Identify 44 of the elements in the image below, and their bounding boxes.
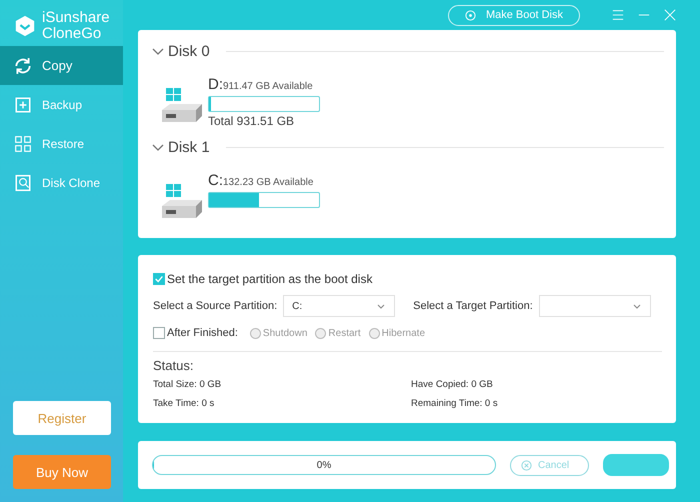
close-icon[interactable] [664,9,676,21]
target-partition-label: Select a Target Partition: [413,300,533,312]
register-button[interactable]: Register [13,401,111,435]
sync-icon [14,56,32,74]
backup-icon [14,96,32,114]
sidebar-item[interactable]: Restore [0,124,123,163]
available-space: 911.47 GB Available [223,81,313,92]
source-partition-label: Select a Source Partition: [153,300,278,312]
make-boot-disk-button[interactable]: Make Boot Disk [448,4,580,26]
drive-letter: C: [208,172,223,189]
radio-option[interactable]: Shutdown [250,328,308,338]
disk-title: Disk 1 [168,138,210,156]
grid-icon [14,134,32,152]
disk-title: Disk 0 [168,42,210,60]
total-size: Total 931.51 GB [208,114,296,128]
drive-letter: D: [208,76,223,93]
disk-search-icon [14,174,32,192]
menu-icon[interactable] [612,9,624,21]
start-button[interactable] [603,454,669,476]
target-partition-dropdown[interactable] [538,295,651,317]
radio-option[interactable]: Hibernate [368,328,425,338]
checkbox[interactable] [153,327,165,339]
checkbox-label: After Finished: [167,327,238,339]
source-partition-dropdown[interactable]: C: [283,295,396,317]
logo-icon [14,14,36,38]
app-name: iSunshare [42,10,110,26]
app-name: CloneGo [42,26,102,42]
sidebar-item[interactable]: Copy [0,46,123,85]
cancel-button[interactable]: Cancel [510,454,589,476]
status-text: Have Copied: 0 GB [411,379,494,390]
disc-icon [464,10,476,20]
status-text: Total Size: 0 GB [153,379,222,390]
checkbox[interactable] [153,273,165,285]
close-icon [521,460,532,470]
progress-text: 0% [316,460,332,470]
sidebar-item[interactable]: Disk Clone [0,163,123,202]
status-text: Remaining Time: 0 s [411,398,499,409]
checkbox-label: Set the target partition as the boot disk [167,272,372,286]
status-text: Take Time: 0 s [153,398,216,409]
radio-option[interactable]: Restart [315,328,361,338]
available-space: 132.23 GB Available [223,177,314,188]
sidebar-item[interactable]: Backup [0,85,123,124]
status-title: Status: [153,358,194,373]
buy-now-button[interactable]: Buy Now [13,455,111,489]
